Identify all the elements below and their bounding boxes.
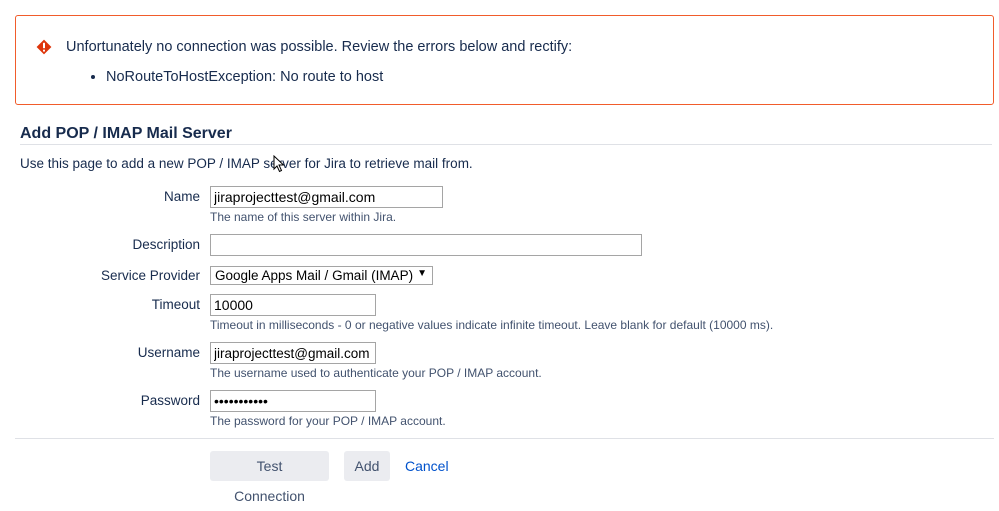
service-provider-label: Service Provider (100, 268, 200, 283)
add-button[interactable]: Add (344, 451, 390, 481)
error-title: Unfortunately no connection was possible… (66, 39, 573, 55)
dropdown-arrow-icon: ▼ (417, 268, 427, 279)
title-divider (20, 144, 992, 145)
username-help: The username used to authenticate your P… (210, 366, 542, 380)
username-input[interactable] (210, 342, 376, 364)
description-label: Description (132, 237, 200, 252)
description-input[interactable] (210, 234, 642, 256)
password-input[interactable] (210, 390, 376, 412)
actions-divider (15, 438, 994, 439)
password-label: Password (140, 393, 200, 408)
name-help: The name of this server within Jira. (210, 210, 397, 224)
test-connection-button[interactable]: Test Connection (210, 451, 329, 504)
username-label: Username (137, 345, 200, 360)
cancel-link[interactable]: Cancel (405, 458, 449, 474)
service-provider-selected: Google Apps Mail / Gmail (IMAP) (215, 268, 414, 283)
error-icon (36, 39, 52, 55)
page-title: Add POP / IMAP Mail Server (20, 125, 232, 142)
error-message-panel: Unfortunately no connection was possible… (15, 15, 994, 105)
password-help: The password for your POP / IMAP account… (210, 414, 446, 428)
name-label: Name (163, 189, 200, 204)
error-item: NoRouteToHostException: No route to host (106, 69, 383, 85)
mouse-cursor-icon (273, 155, 285, 173)
name-input[interactable] (210, 186, 443, 208)
page-intro: Use this page to add a new POP / IMAP se… (20, 156, 473, 171)
timeout-label: Timeout (151, 297, 200, 312)
service-provider-select[interactable]: Google Apps Mail / Gmail (IMAP) ▼ (210, 266, 433, 285)
timeout-help: Timeout in milliseconds - 0 or negative … (210, 318, 774, 332)
error-list: NoRouteToHostException: No route to host (90, 69, 383, 85)
timeout-input[interactable] (210, 294, 376, 316)
